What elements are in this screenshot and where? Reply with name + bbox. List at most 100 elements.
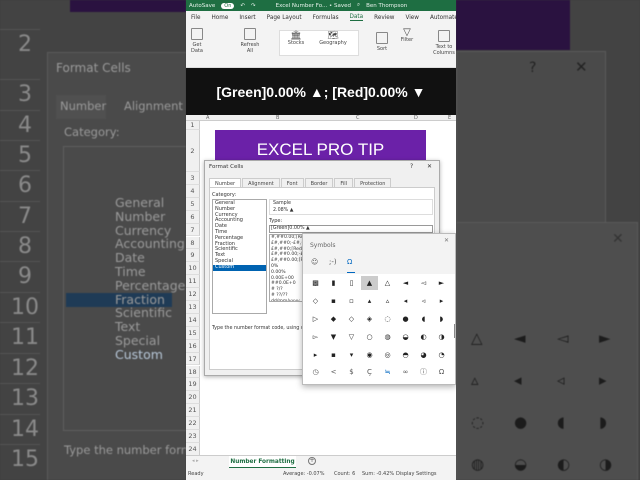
row-header[interactable]: 7 [186,223,200,237]
row-header[interactable]: 5 [186,197,200,211]
row-header[interactable]: 6 [186,210,200,224]
symbol-cell[interactable]: ◇ [343,312,360,326]
row-header[interactable]: 1 [186,121,200,130]
symbol-cell[interactable]: ◆ [325,312,342,326]
undo-icon[interactable]: ↶ [240,3,245,9]
symbol-cell[interactable]: ◔ [433,348,450,362]
autosave-toggle[interactable]: On [221,2,235,9]
symbol-cell[interactable]: ◃ [415,294,432,308]
text-to-columns-button[interactable]: Text to Columns [432,30,456,56]
sheet-nav-arrows[interactable]: ◂ ▸ [192,458,199,464]
row-header[interactable]: 14 [186,313,200,327]
symbol-category[interactable]: ◷ [307,365,324,379]
close-button[interactable]: ✕ [444,237,449,244]
row-header[interactable]: 8 [186,236,200,250]
symbol-cell[interactable]: ◈ [361,312,378,326]
user-name[interactable]: Ben Thompson [366,3,407,9]
symbol-cell[interactable]: ▫ [343,294,360,308]
column-header[interactable]: B [276,115,279,121]
category-list[interactable]: General Number Currency Accounting Date Time P… [212,199,267,314]
get-data-button[interactable]: Get Data [190,28,204,54]
sort-button[interactable]: Sort [374,32,390,52]
symbol-cell[interactable]: ▴ [361,294,378,308]
symbol-category[interactable]: Ç [361,365,378,379]
symbol-cell[interactable]: ◕ [415,348,432,362]
scrollbar[interactable] [454,324,455,338]
row-header[interactable]: 21 [186,404,200,418]
symbol-cell[interactable]: ◖ [415,312,432,326]
symbol-cell[interactable]: ◍ [379,330,396,344]
symbol-cell[interactable]: ◄ [397,276,414,290]
symbol-category[interactable]: ⓘ [415,365,432,379]
column-header[interactable]: E [448,115,451,121]
symbol-cell[interactable]: ▸ [307,348,324,362]
symbol-cell[interactable]: ▪ [325,294,342,308]
row-header[interactable]: 3 [186,172,200,185]
symbol-cell[interactable]: ◌ [379,312,396,326]
symbol-cell[interactable]: ◇ [307,294,324,308]
type-input[interactable]: [Green]0.00% ▲ [269,225,433,233]
row-header[interactable]: 15 [186,326,200,340]
row-header[interactable]: 23 [186,430,200,443]
row-header[interactable]: 18 [186,365,200,379]
symbol-tab[interactable]: Ω [347,258,352,266]
symbol-cell[interactable]: ▽ [343,330,360,344]
symbol-cell[interactable]: ▯ [343,276,360,290]
refresh-all-button[interactable]: Refresh All [240,28,260,54]
symbol-cell[interactable]: ▸ [433,294,450,308]
category-item[interactable]: Custom [213,264,266,271]
symbol-cell[interactable]: ◑ [433,330,450,344]
symbol-cell[interactable]: ○ [361,330,378,344]
ribbon-tab-view[interactable]: View [405,15,419,21]
symbol-cell[interactable]: ▵ [379,294,396,308]
ribbon-tab-automate[interactable]: Automate [430,15,456,21]
symbol-tab[interactable]: ;-) [329,258,337,266]
stocks-button[interactable]: 🏛 Stocks [286,32,306,47]
ribbon-tab-home[interactable]: Home [212,15,229,21]
symbol-cell[interactable]: ◒ [397,330,414,344]
row-header[interactable]: 2 [186,130,200,172]
column-header[interactable]: C [356,115,360,121]
close-button[interactable]: ✕ [427,163,432,170]
symbol-cell[interactable]: ◎ [379,348,396,362]
row-header[interactable]: 11 [186,275,200,289]
help-button[interactable]: ? [410,163,413,170]
ribbon-tab-data[interactable]: Data [349,14,364,21]
row-header[interactable]: 22 [186,417,200,430]
symbol-cell[interactable]: ▮ [325,276,342,290]
symbol-cell[interactable]: ◐ [415,330,432,344]
row-header[interactable]: 4 [186,184,200,198]
sheet-tab-number-formatting[interactable]: Number Formatting [229,456,296,468]
symbol-tab[interactable]: ☺ [311,258,318,266]
row-header[interactable]: 13 [186,301,200,314]
symbol-cell[interactable]: ▪ [325,348,342,362]
filter-button[interactable]: ▽ Filter [399,28,415,44]
column-header[interactable]: A [206,115,209,121]
row-header[interactable]: 12 [186,288,200,301]
symbol-cell[interactable]: ◂ [397,294,414,308]
symbol-category[interactable]: ∞ [397,365,414,379]
symbol-cell[interactable]: ▻ [307,330,324,344]
display-settings-button[interactable]: Display Settings [396,471,437,477]
symbol-cell[interactable]: ● [397,312,414,326]
add-sheet-button[interactable]: + [308,457,316,465]
row-header[interactable]: 24 [186,442,200,456]
symbol-category[interactable]: Ω [433,365,450,379]
ribbon-tab-review[interactable]: Review [374,15,394,21]
symbol-cell[interactable]: ◓ [397,348,414,362]
ribbon-tab-formulas[interactable]: Formulas [313,15,339,21]
symbol-cell[interactable]: ▷ [307,312,324,326]
redo-icon[interactable]: ↷ [251,3,256,9]
symbol-cell[interactable]: ◗ [433,312,450,326]
symbol-cell[interactable]: ◅ [415,276,432,290]
symbol-category[interactable]: < [325,365,342,379]
geography-button[interactable]: 🗺 Geography [316,32,350,47]
column-header[interactable]: D [414,115,418,121]
symbol-cell[interactable]: △ [379,276,396,290]
row-header[interactable]: 20 [186,391,200,405]
symbol-cell[interactable]: ▾ [343,348,360,362]
search-icon[interactable]: ⌕ [357,2,360,9]
symbol-cell[interactable]: ▲ [361,276,378,290]
row-header[interactable]: 9 [186,249,200,263]
symbol-cell[interactable]: ◉ [361,348,378,362]
